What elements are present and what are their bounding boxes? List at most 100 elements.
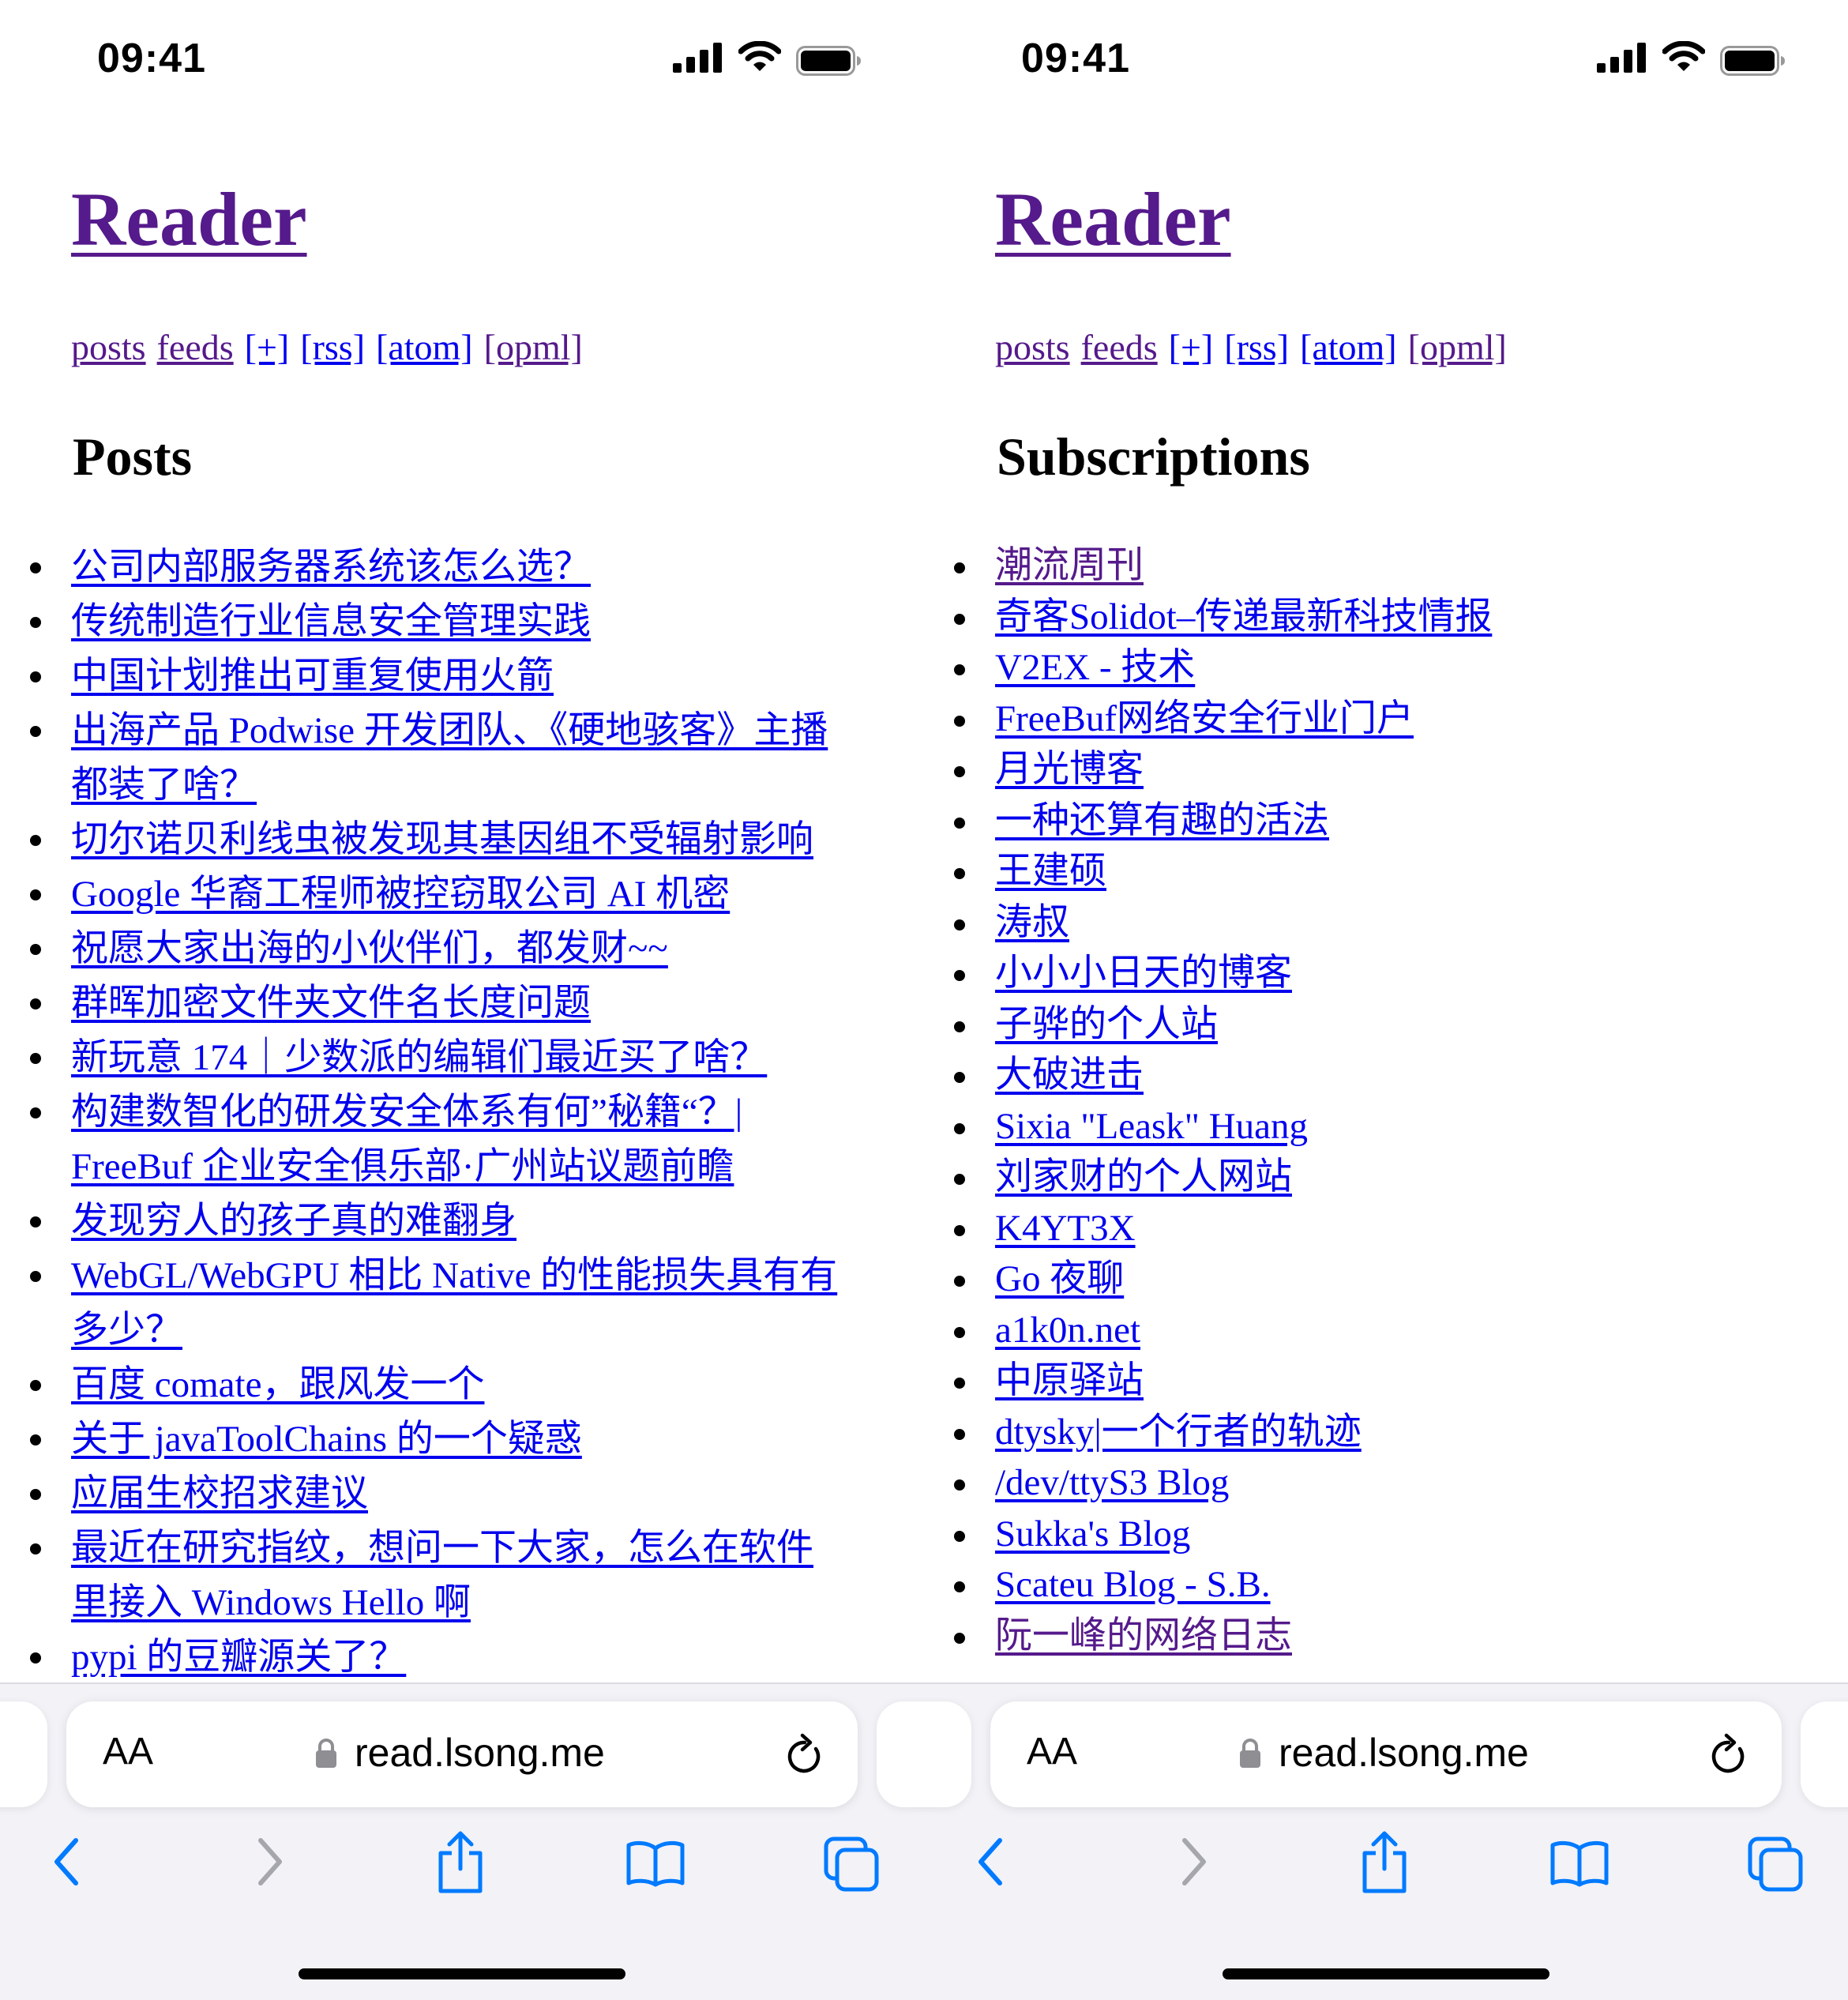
list-item-link[interactable]: WebGL/WebGPU 相比 Native 的性能损失具有有多少？: [71, 1255, 837, 1351]
list-item-link[interactable]: Sixia "Leask" Huang: [995, 1106, 1308, 1147]
nav-add-feed-link[interactable]: [+]: [245, 327, 290, 367]
nav-posts-link[interactable]: posts: [995, 327, 1070, 367]
list-item: 王建硕: [954, 846, 1773, 897]
list-item-link[interactable]: 涛叔: [995, 902, 1069, 943]
url-text[interactable]: read.lsong.me: [1279, 1730, 1529, 1776]
list-item: 阮一峰的网络日志: [954, 1611, 1773, 1662]
list-item: 月光博客: [954, 744, 1773, 795]
list-item: a1k0n.net: [954, 1305, 1773, 1356]
list-item-link[interactable]: 关于 javaToolChains 的一个疑惑: [71, 1419, 582, 1460]
list-item-link[interactable]: 小小小日天的博客: [995, 953, 1292, 994]
list-item-link[interactable]: 奇客Solidot–传递最新科技情报: [995, 596, 1492, 637]
share-icon[interactable]: [434, 1829, 486, 1894]
subscriptions-list: 潮流周刊奇客Solidot–传递最新科技情报 V2EX - 技术 FreeBuf网络…: [954, 540, 1773, 1662]
list-item-link[interactable]: 公司内部服务器系统该怎么选？: [71, 547, 591, 588]
address-bar[interactable]: AA read.lsong.me: [66, 1701, 858, 1807]
list-item: 祝愿大家出海的小伙伴们，都发财~~: [30, 922, 849, 976]
list-item-link[interactable]: 祝愿大家出海的小伙伴们，都发财~~: [71, 928, 668, 969]
nav-add-feed-link[interactable]: [+]: [1169, 327, 1214, 367]
tabs-icon[interactable]: [1747, 1836, 1804, 1893]
list-item: Sukka's Blog: [954, 1509, 1773, 1560]
tabs-icon[interactable]: [823, 1836, 880, 1893]
bookmarks-icon[interactable]: [1549, 1839, 1609, 1888]
list-item-link[interactable]: FreeBuf网络安全行业门户: [995, 698, 1414, 739]
list-item-link[interactable]: 月光博客: [995, 749, 1144, 790]
lock-icon: [316, 1739, 336, 1768]
list-item: Go 夜聊: [954, 1254, 1773, 1305]
nav-posts-link[interactable]: posts: [71, 327, 146, 367]
subscriptions-heading: Subscriptions: [997, 427, 1310, 487]
previous-tab-peek[interactable]: [0, 1701, 47, 1807]
nav-atom-link[interactable]: [atom]: [376, 327, 473, 367]
list-item-link[interactable]: 阮一峰的网络日志: [995, 1615, 1292, 1656]
share-icon[interactable]: [1358, 1829, 1410, 1894]
nav-opml-link[interactable]: [opml]: [1408, 327, 1507, 367]
home-indicator: [299, 1968, 625, 1979]
list-item: 中原驿站: [954, 1355, 1773, 1407]
list-item-link[interactable]: /dev/ttyS3 Blog: [995, 1462, 1229, 1503]
list-item-link[interactable]: dtysky|一个行者的轨迹: [995, 1412, 1362, 1453]
nav-opml-link[interactable]: [opml]: [484, 327, 583, 367]
list-item-link[interactable]: Go 夜聊: [995, 1258, 1124, 1299]
list-item-link[interactable]: 中国计划推出可重复使用火箭: [71, 656, 554, 697]
site-nav: posts feeds [+] [rss] [atom] [opml]: [995, 325, 1518, 369]
list-item-link[interactable]: V2EX - 技术: [995, 647, 1195, 688]
list-item-link[interactable]: 大破进击: [995, 1055, 1144, 1096]
list-item-link[interactable]: K4YT3X: [995, 1208, 1136, 1249]
forward-icon[interactable]: [1172, 1834, 1211, 1889]
back-icon[interactable]: [49, 1834, 88, 1889]
list-item-link[interactable]: 构建数智化的研发安全体系有何”秘籍“？| FreeBuf 企业安全俱乐部·广州站…: [71, 1092, 742, 1187]
next-tab-peek[interactable]: [1801, 1701, 1848, 1807]
bookmarks-icon[interactable]: [625, 1839, 685, 1888]
list-item: 构建数智化的研发安全体系有何”秘籍“？| FreeBuf 企业安全俱乐部·广州站…: [30, 1085, 849, 1194]
list-item-link[interactable]: 传统制造行业信息安全管理实践: [71, 601, 591, 642]
nav-feeds-link[interactable]: feeds: [157, 327, 234, 367]
list-item-link[interactable]: 一种还算有趣的活法: [995, 800, 1329, 841]
list-item-link[interactable]: 子骅的个人站: [995, 1004, 1218, 1045]
list-item: /dev/ttyS3 Blog: [954, 1457, 1773, 1509]
list-item-link[interactable]: 潮流周刊: [995, 545, 1144, 586]
list-item: 刘家财的个人网站: [954, 1152, 1773, 1203]
list-item-link[interactable]: 切尔诺贝利线虫被发现其基因组不受辐射影响: [71, 819, 813, 860]
list-item-link[interactable]: 新玩意 174｜少数派的编辑们最近买了啥？: [71, 1037, 767, 1078]
url-text[interactable]: read.lsong.me: [355, 1730, 605, 1776]
list-item: Scateu Blog - S.B.: [954, 1559, 1773, 1611]
list-item-link[interactable]: 百度 comate，跟风发一个: [71, 1364, 484, 1405]
list-item-link[interactable]: 刘家财的个人网站: [995, 1156, 1292, 1197]
aa-reader-button[interactable]: AA: [1027, 1730, 1077, 1773]
nav-atom-link[interactable]: [atom]: [1300, 327, 1397, 367]
list-item: 最近在研究指纹，想问一下大家，怎么在软件里接入 Windows Hello 啊: [30, 1521, 849, 1630]
site-title-link[interactable]: Reader: [995, 182, 1231, 258]
list-item: dtysky|一个行者的轨迹: [954, 1407, 1773, 1458]
nav-feeds-link[interactable]: feeds: [1081, 327, 1158, 367]
list-item-link[interactable]: 出海产品 Podwise 开发团队、《硬地骇客》主播都装了啥？: [71, 710, 828, 806]
list-item: 子骅的个人站: [954, 999, 1773, 1051]
list-item-link[interactable]: 王建硕: [995, 851, 1106, 892]
address-bar[interactable]: AA read.lsong.me: [990, 1701, 1782, 1807]
next-tab-peek[interactable]: [877, 1701, 924, 1807]
forward-icon[interactable]: [248, 1834, 287, 1889]
nav-rss-link[interactable]: [rss]: [300, 327, 365, 367]
list-item-link[interactable]: 发现穷人的孩子真的难翻身: [71, 1201, 516, 1242]
list-item-link[interactable]: pypi 的豆瓣源关了？: [71, 1637, 406, 1678]
list-item: 小小小日天的博客: [954, 948, 1773, 999]
aa-label: AA: [103, 1731, 154, 1773]
list-item: FreeBuf网络安全行业门户: [954, 694, 1773, 745]
list-item: V2EX - 技术: [954, 642, 1773, 694]
nav-rss-link[interactable]: [rss]: [1224, 327, 1289, 367]
list-item-link[interactable]: Scateu Blog - S.B.: [995, 1564, 1271, 1605]
list-item-link[interactable]: Sukka's Blog: [995, 1513, 1190, 1555]
reload-icon[interactable]: [783, 1731, 826, 1777]
list-item-link[interactable]: 中原驿站: [995, 1360, 1144, 1401]
back-icon[interactable]: [973, 1834, 1012, 1889]
list-item-link[interactable]: 最近在研究指纹，想问一下大家，怎么在软件里接入 Windows Hello 啊: [71, 1528, 813, 1623]
reload-icon[interactable]: [1707, 1731, 1750, 1777]
list-item-link[interactable]: Google 华裔工程师被控窃取公司 AI 机密: [71, 874, 730, 915]
list-item-link[interactable]: 群晖加密文件夹文件名长度问题: [71, 983, 591, 1024]
site-title-link[interactable]: Reader: [71, 182, 307, 258]
list-item: 群晖加密文件夹文件名长度问题: [30, 976, 849, 1031]
aa-reader-button[interactable]: AA: [103, 1730, 153, 1773]
list-item-link[interactable]: 应届生校招求建议: [71, 1473, 368, 1514]
previous-tab-peek[interactable]: [924, 1701, 971, 1807]
list-item-link[interactable]: a1k0n.net: [995, 1310, 1140, 1351]
